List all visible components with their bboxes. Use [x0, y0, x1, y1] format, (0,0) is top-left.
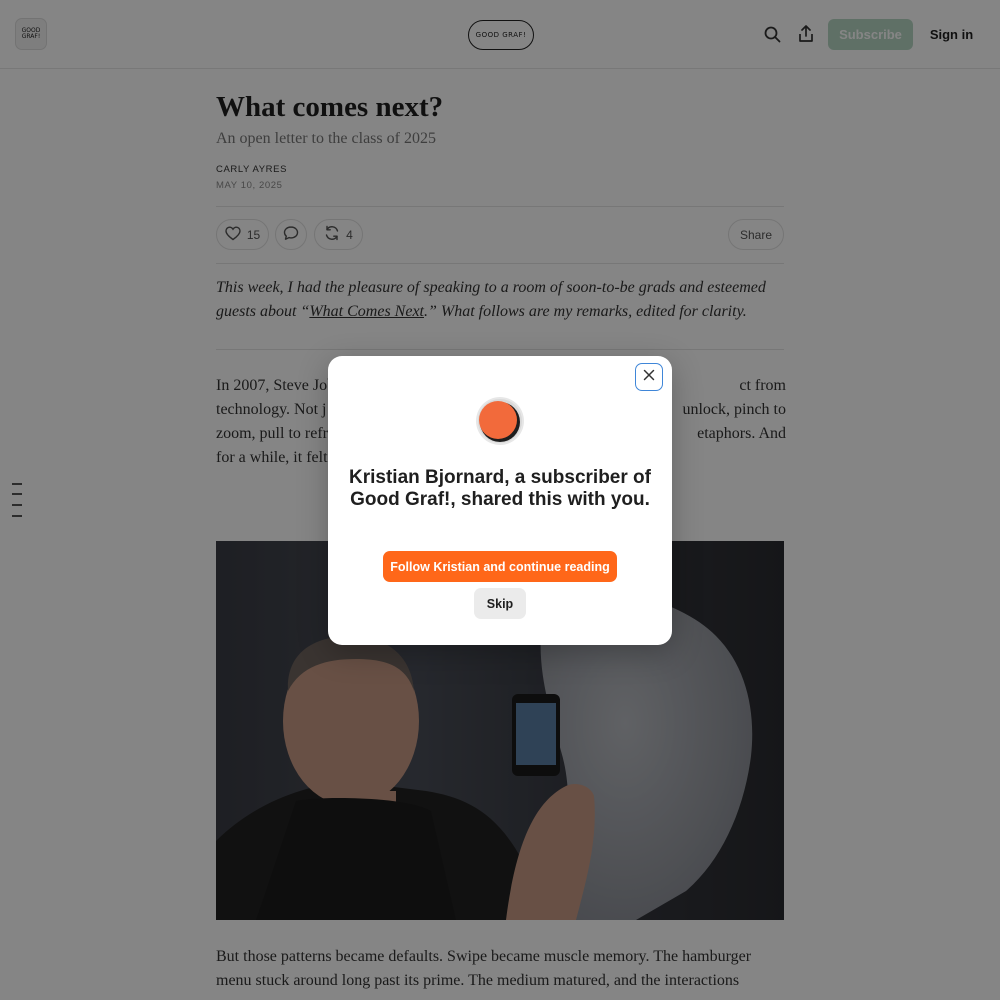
share-modal: Kristian Bjornard, a subscriber of Good …: [328, 356, 672, 645]
follow-button[interactable]: Follow Kristian and continue reading: [383, 551, 617, 582]
modal-heading: Kristian Bjornard, a subscriber of Good …: [349, 467, 651, 510]
skip-button[interactable]: Skip: [474, 588, 526, 619]
avatar: [476, 397, 524, 445]
close-icon: [643, 368, 655, 386]
close-button[interactable]: [635, 363, 663, 391]
